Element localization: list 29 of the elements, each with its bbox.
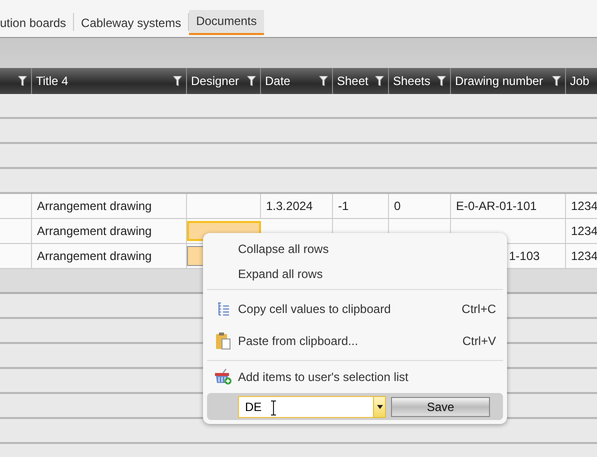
shortcut-text: Ctrl+V [462,334,496,348]
text-cursor-icon [270,400,277,416]
filter-icon[interactable] [247,76,256,86]
table-cell: 1234 [566,194,597,218]
input-field[interactable]: DE [238,396,373,418]
table-cell: 1.3.2024 [261,194,333,218]
filter-icon[interactable] [173,76,182,86]
tab[interactable]: Documents [189,10,264,35]
menu-item[interactable]: Paste from clipboard... Ctrl+V [207,325,503,357]
filter-icon[interactable] [375,76,384,86]
table-cell: -1 [333,194,389,218]
filter-icon[interactable] [552,76,561,86]
table-cell: E-0-AR-01-101 [451,194,566,218]
save-button[interactable]: Save [391,396,490,416]
filter-icon[interactable] [437,76,446,86]
list-icon [216,301,230,317]
filter-icon[interactable] [18,76,27,86]
shortcut-text: Ctrl+C [462,302,496,316]
tab[interactable]: ution boards [0,12,74,35]
tab[interactable]: Cableway systems [74,12,188,35]
menu-item[interactable]: Add items to user's selection list [207,364,503,389]
table-cell: 1234 [566,244,597,268]
filter-icon[interactable] [319,76,328,86]
menu-item[interactable]: Copy cell values to clipboard Ctrl+C [207,293,503,325]
clipboard-icon [214,332,230,350]
basket-add-icon [214,368,232,385]
table-cell: Arrangement drawing [32,194,187,218]
table-cell: 1234 [566,219,597,243]
table-cell: 0 [389,194,451,218]
